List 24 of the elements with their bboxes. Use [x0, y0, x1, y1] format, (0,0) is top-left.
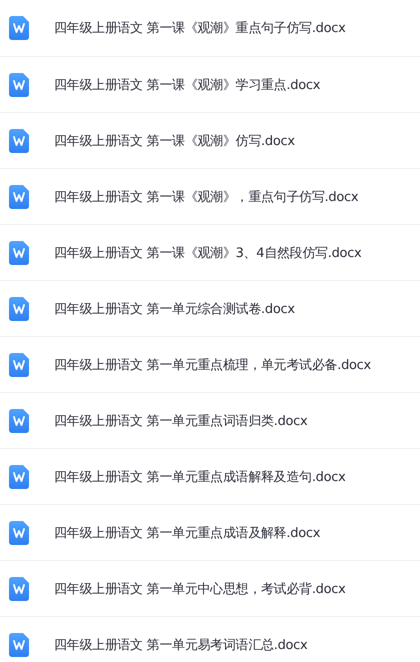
- file-name[interactable]: 四年级上册语文 第一课《观潮》，重点句子仿写.docx: [54, 188, 358, 206]
- word-document-icon: [9, 352, 29, 376]
- word-document-icon: [9, 16, 29, 40]
- file-name[interactable]: 四年级上册语文 第一课《观潮》3、4自然段仿写.docx: [54, 244, 362, 262]
- file-name[interactable]: 四年级上册语文 第一单元综合测试卷.docx: [54, 300, 295, 318]
- file-name[interactable]: 四年级上册语文 第一课《观潮》仿写.docx: [54, 132, 295, 150]
- word-document-icon: [9, 240, 29, 264]
- file-name[interactable]: 四年级上册语文 第一单元重点成语及解释.docx: [54, 524, 320, 542]
- word-document-icon: [9, 128, 29, 152]
- word-document-icon: [9, 296, 29, 320]
- file-name[interactable]: 四年级上册语文 第一单元重点梳理，单元考试必备.docx: [54, 356, 371, 374]
- file-name[interactable]: 四年级上册语文 第一单元中心思想，考试必背.docx: [54, 580, 346, 598]
- word-document-icon: [9, 520, 29, 544]
- word-document-icon: [9, 632, 29, 656]
- file-name[interactable]: 四年级上册语文 第一单元重点词语归类.docx: [54, 412, 308, 430]
- file-name[interactable]: 四年级上册语文 第一课《观潮》重点句子仿写.docx: [54, 19, 346, 37]
- word-document-icon: [9, 576, 29, 600]
- word-document-icon: [9, 408, 29, 432]
- file-name[interactable]: 四年级上册语文 第一课《观潮》学习重点.docx: [54, 76, 320, 94]
- word-document-icon: [9, 72, 29, 96]
- word-document-icon: [9, 184, 29, 208]
- file-name[interactable]: 四年级上册语文 第一单元重点成语解释及造句.docx: [54, 468, 346, 486]
- file-name[interactable]: 四年级上册语文 第一单元易考词语汇总.docx: [54, 636, 308, 654]
- word-document-icon: [9, 464, 29, 488]
